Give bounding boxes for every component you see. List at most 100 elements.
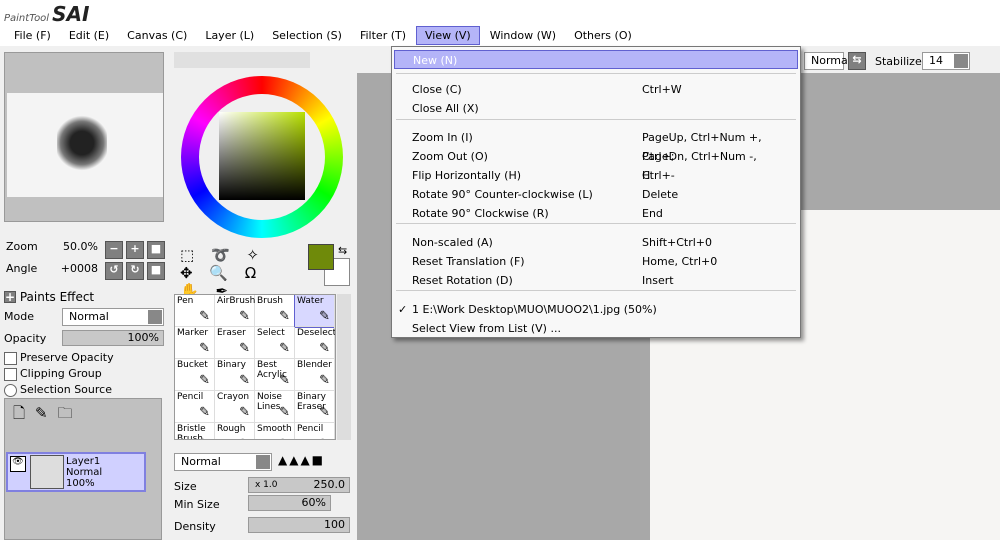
angle-slider[interactable]: Angle +0008 [6, 262, 98, 275]
tool-label: Pen [177, 296, 194, 306]
brush-icon: ✎ [319, 373, 330, 388]
brush-shape-selector[interactable]: ▲▲▲■ [278, 453, 350, 471]
eye-icon[interactable]: 👁 [10, 456, 26, 472]
menu-item-label: Rotate 90° Clockwise (R) [412, 207, 549, 220]
brush-blend-select[interactable]: Normal [174, 453, 272, 471]
menu-others[interactable]: Others (O) [566, 27, 640, 44]
menu-item[interactable]: Reset Rotation (D) Insert [412, 271, 792, 290]
size-slider[interactable]: x 1.0 250.0 [248, 477, 350, 493]
tool-blender[interactable]: Blender ✎ [295, 359, 335, 391]
tool-select[interactable]: Select ✎ [255, 327, 295, 359]
mode-select[interactable]: Normal [62, 308, 164, 326]
tool-pencil[interactable]: Pencil ✎ [175, 391, 215, 423]
menu-layer[interactable]: Layer (L) [197, 27, 262, 44]
tool-bristle-brush[interactable]: Bristle Brush✎ [175, 423, 215, 439]
tool-best-acrylic[interactable]: Best Acrylic ✎ [255, 359, 295, 391]
menu-item-label: 1 E:\Work Desktop\MUO\MUOO2\1.jpg (50%) [412, 303, 657, 316]
layer-action-icons[interactable]: 🗋✎🗀 [13, 403, 83, 428]
density-slider[interactable]: 100 [248, 517, 350, 533]
rotate-right-button[interactable]: ↻ [126, 262, 144, 280]
clipping-group-checkbox[interactable]: Clipping Group [4, 367, 102, 381]
tool-pen[interactable]: Pen ✎ [175, 295, 215, 327]
zoom-reset-button[interactable]: ■ [147, 241, 165, 259]
menu-item-shortcut: H [642, 169, 651, 182]
tool-airbrush[interactable]: AirBrush ✎ [215, 295, 255, 327]
tool-label: Eraser [217, 328, 246, 338]
saturation-value-square[interactable] [219, 112, 305, 200]
menu-item[interactable]: ✓ 1 E:\Work Desktop\MUO\MUOO2\1.jpg (50%) [398, 300, 792, 319]
menu-canvas[interactable]: Canvas (C) [119, 27, 195, 44]
mode-dropdown[interactable]: Normal [804, 52, 851, 70]
tool-eraser[interactable]: Eraser ✎ [215, 327, 255, 359]
menu-separator [396, 223, 796, 224]
tool-label: Deselect [297, 328, 336, 338]
menu-selection[interactable]: Selection (S) [264, 27, 350, 44]
hue-wheel[interactable] [181, 76, 343, 238]
menu-item[interactable]: Rotate 90° Counter-clockwise (L) Delete [412, 185, 792, 204]
menu-window[interactable]: Window (W) [482, 27, 564, 44]
tool-rough[interactable]: Rough ✎ [215, 423, 255, 439]
menu-item-new[interactable]: New (N) [394, 50, 798, 69]
selection-source-radio[interactable]: Selection Source [4, 383, 112, 397]
layer-item[interactable]: 👁 Layer1 Normal 100% [6, 452, 146, 492]
tool-water[interactable]: Water ✎ [294, 295, 335, 328]
menu-separator [396, 290, 796, 291]
tool-scrollbar[interactable] [337, 294, 351, 440]
menu-file[interactable]: File (F) [6, 27, 59, 44]
layer-name: Layer1 [66, 456, 101, 467]
rotate-left-button[interactable]: ↺ [105, 262, 123, 280]
paints-effect-toggle[interactable]: + Paints Effect [4, 290, 94, 304]
stabilizer-select[interactable]: 14 [922, 52, 970, 70]
menu-view[interactable]: View (V) [416, 25, 480, 45]
swap-icon[interactable]: ⇆ [848, 52, 866, 70]
navigator-preview[interactable] [4, 52, 164, 222]
menu-item[interactable]: Zoom Out (O) PageDn, Ctrl+Num -, Ctrl+- [412, 147, 792, 182]
zoom-in-button[interactable]: + [126, 241, 144, 259]
zoom-out-button[interactable]: − [105, 241, 123, 259]
density-label: Density [174, 520, 216, 533]
menu-item[interactable]: Select View from List (V) ... [412, 319, 792, 338]
opacity-slider[interactable]: 100% [62, 330, 164, 346]
tool-brush[interactable]: Brush ✎ [255, 295, 295, 327]
checkbox-box [4, 351, 17, 365]
tool-label: Rough [217, 424, 246, 434]
swap-colors-icon[interactable]: ⇆ [338, 244, 347, 257]
tool-label: AirBrush [217, 296, 256, 306]
preserve-opacity-checkbox[interactable]: Preserve Opacity [4, 351, 114, 365]
view-menu: New (N) Close (C) Ctrl+W Close All (X) Zoom… [391, 46, 801, 338]
tool-label: Crayon [217, 392, 250, 402]
min-size-slider[interactable]: 60% [248, 495, 331, 511]
title-bar: PaintTool SAI [0, 0, 1000, 26]
tool-smooth[interactable]: Smooth ✎ [255, 423, 295, 439]
menu-item[interactable]: Flip Horizontally (H) H [412, 166, 792, 185]
tool-deselect[interactable]: Deselect ✎ [295, 327, 335, 359]
menu-item-shortcut: Shift+Ctrl+0 [642, 236, 713, 249]
tool-binary-eraser[interactable]: Binary Eraser ✎ [295, 391, 335, 423]
menu-item[interactable]: Reset Translation (F) Home, Ctrl+0 [412, 252, 792, 271]
menu-filter[interactable]: Filter (T) [352, 27, 414, 44]
app-logo: PaintTool SAI [4, 2, 89, 26]
tool-noise-lines[interactable]: Noise Lines ✎ [255, 391, 295, 423]
tool-marker[interactable]: Marker ✎ [175, 327, 215, 359]
size-value: 250.0 [313, 478, 346, 491]
zoom-value: 50.0% [63, 240, 98, 253]
primary-color-swatch[interactable] [308, 244, 334, 270]
zoom-slider[interactable]: Zoom 50.0% [6, 240, 98, 253]
menu-item[interactable]: Rotate 90° Clockwise (R) End [412, 204, 792, 223]
selection-tools[interactable]: ⬚ ➰ ✧ ✥ 🔍 Ω ✋ ✒ [180, 246, 290, 300]
menu-item[interactable]: Zoom In (I) PageUp, Ctrl+Num +, Ctrl+; [412, 128, 792, 163]
tool-crayon[interactable]: Crayon ✎ [215, 391, 255, 423]
tool-bucket[interactable]: Bucket ✎ [175, 359, 215, 391]
chevron-down-icon [148, 310, 162, 324]
rotate-reset-button[interactable]: ■ [147, 262, 165, 280]
angle-value: +0008 [60, 262, 98, 275]
tool-pencil[interactable]: Pencil ✎ [295, 423, 335, 439]
tool-binary[interactable]: Binary ✎ [215, 359, 255, 391]
brush-icon: ✎ [199, 341, 210, 356]
clipping-group-label: Clipping Group [20, 367, 102, 380]
menu-item[interactable]: Close All (X) [412, 99, 792, 118]
menu-item[interactable]: Non-scaled (A) Shift+Ctrl+0 [412, 233, 792, 252]
menu-edit[interactable]: Edit (E) [61, 27, 117, 44]
color-mode-tabs[interactable] [174, 52, 310, 68]
menu-item[interactable]: Close (C) Ctrl+W [412, 80, 792, 99]
